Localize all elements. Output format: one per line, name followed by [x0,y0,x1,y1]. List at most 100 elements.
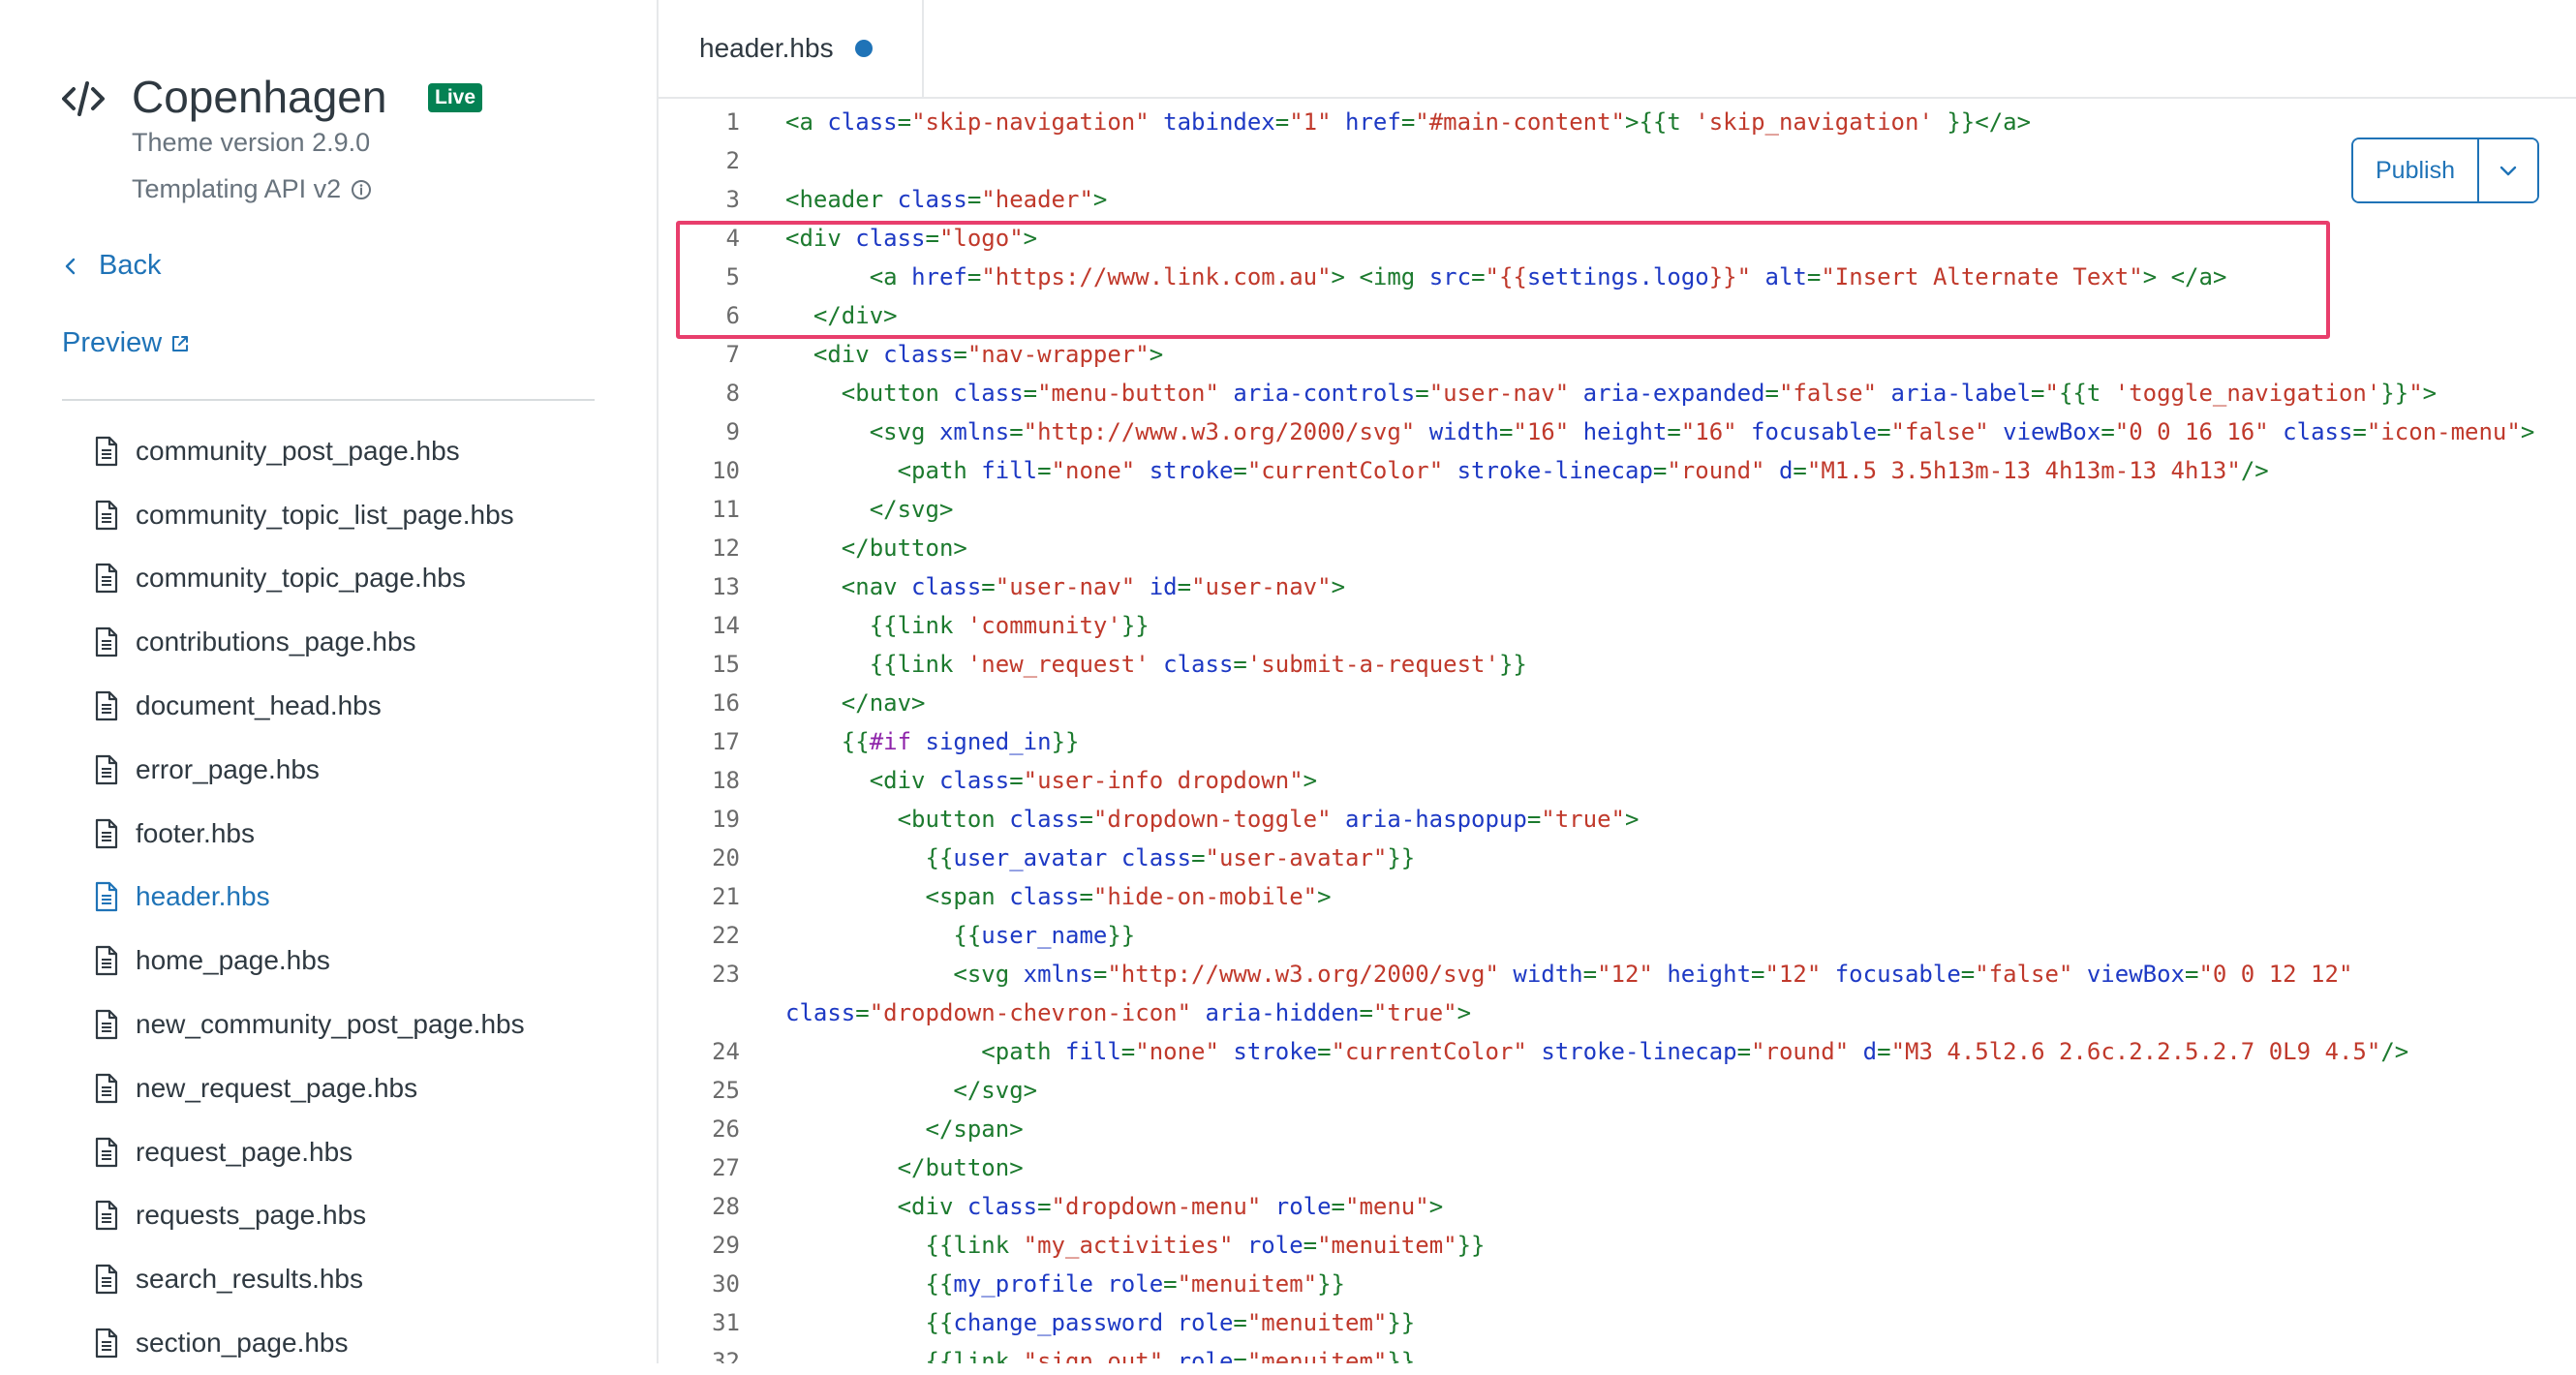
file-name: header.hbs [136,881,270,912]
code-text: </svg> [785,1071,1037,1110]
code-token: "1" [1289,108,1332,136]
file-item[interactable]: requests_page.hbs [93,1184,635,1248]
code-text: </div> [785,296,898,335]
line-number: 1 [725,108,740,136]
code-line: 5 <a href="https://www.link.com.au"> <im… [659,258,2576,296]
file-item[interactable]: search_results.hbs [93,1247,635,1311]
file-item[interactable]: contributions_page.hbs [93,610,635,674]
file-name: new_community_post_page.hbs [136,1009,525,1040]
code-token: "menu" [1345,1193,1429,1220]
code-token: src [1428,263,1472,290]
code-token: </svg> [953,1077,1038,1104]
code-token: > [1149,341,1164,368]
code-line: 17 {{#if signed_in}} [659,722,2576,761]
code-line: 16 </nav> [659,684,2576,722]
code-token: 'new_request' [966,651,1150,678]
code-token: {{ [925,1270,954,1298]
code-token: fill [1065,1038,1121,1065]
code-token: class [897,186,967,213]
file-item[interactable]: section_page.hbs [93,1311,635,1375]
code-text: <svg xmlns="http://www.w3.org/2000/svg" … [785,955,2352,993]
line-number: 21 [712,883,740,910]
line-number: 23 [712,961,740,988]
code-text: <path fill="none" stroke="currentColor" … [785,1032,2408,1071]
file-name: document_head.hbs [136,690,382,721]
code-token: class [938,767,1010,794]
code-token: = [1163,1270,1178,1298]
back-link[interactable]: Back [62,250,161,282]
code-token: <svg [953,961,1024,988]
code-token: aria-controls [1233,380,1416,407]
code-token: class [911,573,982,600]
file-item[interactable]: community_topic_list_page.hbs [93,483,635,547]
code-token: }}" [1708,263,1752,290]
code-token: }} [1387,1309,1416,1336]
code-token: stroke [1149,457,1234,484]
code-token: > [1317,883,1332,910]
code-token: </svg> [869,496,954,523]
code-token: "16" [1680,418,1737,445]
file-document-icon [95,690,118,721]
code-token: class [785,999,856,1026]
preview-link[interactable]: Preview [62,327,191,359]
code-token: }} [1107,922,1136,949]
code-token: d [1778,457,1794,484]
line-number: 17 [712,728,740,755]
file-item[interactable]: error_page.hbs [93,738,635,802]
code-token: change_password [953,1309,1164,1336]
code-token: = [1582,961,1598,988]
code-token: {{link [925,1232,1024,1259]
code-token: = [1191,844,1206,871]
code-token: }} [2380,380,2409,407]
line-number: 12 [712,535,740,562]
code-token: = [2352,418,2367,445]
file-item[interactable]: request_page.hbs [93,1120,635,1184]
file-item[interactable]: community_topic_page.hbs [93,547,635,611]
code-line: 26 </span> [659,1110,2576,1148]
file-name: search_results.hbs [136,1264,364,1295]
code-token: signed_in [925,728,1052,755]
file-item[interactable]: document_head.hbs [93,674,635,738]
code-token: = [1764,380,1779,407]
code-token: class [1009,806,1080,833]
code-token: fill [981,457,1038,484]
publish-button-group: Publish [2351,138,2539,203]
file-item[interactable]: new_request_page.hbs [93,1056,635,1120]
code-line: 23 <svg xmlns="http://www.w3.org/2000/sv… [659,955,2576,993]
line-number: 10 [712,457,740,484]
code-text: class="dropdown-chevron-icon" aria-hidde… [785,993,1471,1032]
tab-header-hbs[interactable]: header.hbs [659,0,924,97]
code-token: "menuitem" [1246,1309,1388,1336]
line-number: 31 [712,1309,740,1336]
file-document-icon [95,1137,118,1167]
file-item[interactable]: community_post_page.hbs [93,419,635,483]
publish-button[interactable]: Publish [2353,139,2477,201]
code-token: }} [1457,1232,1486,1259]
code-token: 'skip_navigation' [1695,108,1933,136]
file-item[interactable]: home_page.hbs [93,929,635,993]
code-token: <button [897,806,1010,833]
file-document-icon [95,754,118,784]
templating-api-label: Templating API v2 [132,174,342,203]
file-document-icon [95,500,118,530]
line-number: 16 [712,689,740,717]
publish-options-button[interactable] [2479,139,2537,201]
code-token: settings.logo [1526,263,1709,290]
file-item[interactable]: new_community_post_page.hbs [93,993,635,1056]
code-line: 30 {{my_profile role="menuitem"}} [659,1265,2576,1303]
line-number: 20 [712,844,740,871]
templating-api: Templating API v2 [132,174,372,204]
code-token: width [1513,961,1583,988]
info-icon[interactable] [351,179,372,200]
file-item-active[interactable]: header.hbs [93,866,635,930]
external-link-icon [172,335,189,351]
code-area[interactable]: 1 <a class="skip-navigation" tabindex="1"… [659,103,2576,1363]
code-token: stroke [1233,1038,1318,1065]
file-item[interactable]: footer.hbs [93,802,635,866]
